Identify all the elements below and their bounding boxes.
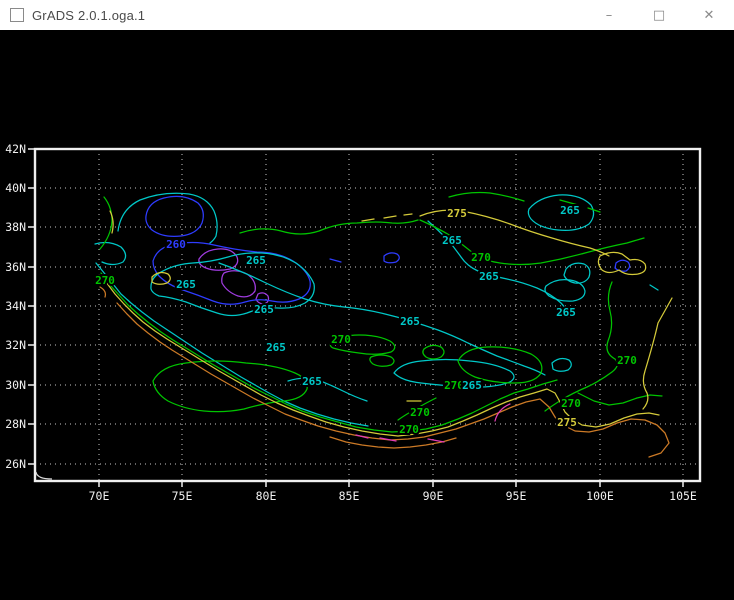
contour-line-280 [330,437,456,448]
x-axis-tick-label: 105E [669,489,697,503]
minimize-icon: – [606,8,613,23]
contour-line-270 [458,347,542,383]
contour-line-270 [578,393,662,405]
contour-line-270 [545,282,617,411]
contour-label: 265 [266,341,286,354]
x-axis-tick-label: 70E [89,489,110,503]
contour-line-270 [240,220,418,234]
y-axis-tick-label: 28N [5,417,26,431]
contour-line-255 [222,271,256,297]
contour-label: 265 [176,278,196,291]
maximize-button[interactable]: □ [634,0,684,30]
contour-label: 270 [471,251,491,264]
x-axis-tick-label: 90E [423,489,444,503]
contour-line-260 [384,253,399,263]
window-title: GrADS 2.0.1.oga.1 [32,8,145,23]
x-axis-tick-label: 100E [586,489,614,503]
contour-label: 275 [557,416,577,429]
contour-label: 265 [400,315,420,328]
contour-label: 270 [617,354,637,367]
contour-label: 265 [246,254,266,267]
contour-line-270 [370,355,394,366]
contour-line-260 [615,260,630,271]
contour-line-270 [100,197,112,249]
y-axis-tick-label: 36N [5,260,26,274]
contour-label: 270 [399,423,419,436]
contour-line-280 [117,303,669,457]
contour-label: 275 [447,207,467,220]
contour-label: 270 [561,397,581,410]
window-controls: – □ ✕ [584,0,734,30]
contour-label: 260 [166,238,186,251]
contour-label: 265 [556,306,576,319]
contour-line-270 [153,361,307,412]
contour-label: 265 [560,204,580,217]
contour-label: 270 [444,379,464,392]
contour-line-260 [330,259,341,262]
contour-line-265 [95,243,126,265]
window-titlebar: GrADS 2.0.1.oga.1 – □ ✕ [0,0,734,30]
contour-label: 265 [254,303,274,316]
grads-canvas: 70E 75E 80E 85E 90E 95E 100E 105E 42N 40N 38N 36N 34… [0,30,734,600]
contour-label: 265 [462,379,482,392]
y-axis-tick-label: 40N [5,181,26,195]
y-axis-tick-label: 30N [5,378,26,392]
y-axis-tick-label: 34N [5,299,26,313]
y-axis-tick-label: 32N [5,338,26,352]
grads-window: GrADS 2.0.1.oga.1 – □ ✕ 70E 75E 80E 85E 90E 9… [0,0,734,600]
x-axis-tick-label: 75E [172,489,193,503]
contour-line-265 [552,359,571,372]
app-icon[interactable] [10,8,24,22]
contour-label: 270 [331,333,351,346]
y-axis-tick-label: 42N [5,142,26,156]
contour-label: 265 [442,234,462,247]
contour-line-265 [96,263,368,426]
close-button[interactable]: ✕ [684,0,734,30]
contour-line-280 [100,287,105,297]
contour-line-260 [146,196,203,236]
contour-line-275 [362,214,412,221]
contour-label: 270 [410,406,430,419]
contour-line-275 [643,298,672,409]
plot-svg: 70E 75E 80E 85E 90E 95E 100E 105E 42N 40N 38N 36N 34… [0,30,734,600]
contour-label: 265 [479,270,499,283]
map-outline [36,472,52,479]
y-axis-tick-label: 26N [5,457,26,471]
x-axis-tick-label: 85E [339,489,360,503]
minimize-button[interactable]: – [584,0,634,30]
maximize-icon: □ [653,8,665,23]
contour-line-275 [106,282,659,436]
contour-line-270 [449,193,524,202]
contour-line-270 [423,345,444,359]
contour-line-265 [650,285,658,290]
contour-line-265 [288,378,367,401]
contour-label: 265 [302,375,322,388]
contour-label: 270 [95,274,115,287]
x-axis-tick-label: 95E [506,489,527,503]
x-axis-tick-label: 80E [256,489,277,503]
y-axis-tick-label: 38N [5,220,26,234]
contour-line-285 [495,404,510,421]
contour-line-265 [564,263,590,283]
close-icon: ✕ [704,8,715,23]
